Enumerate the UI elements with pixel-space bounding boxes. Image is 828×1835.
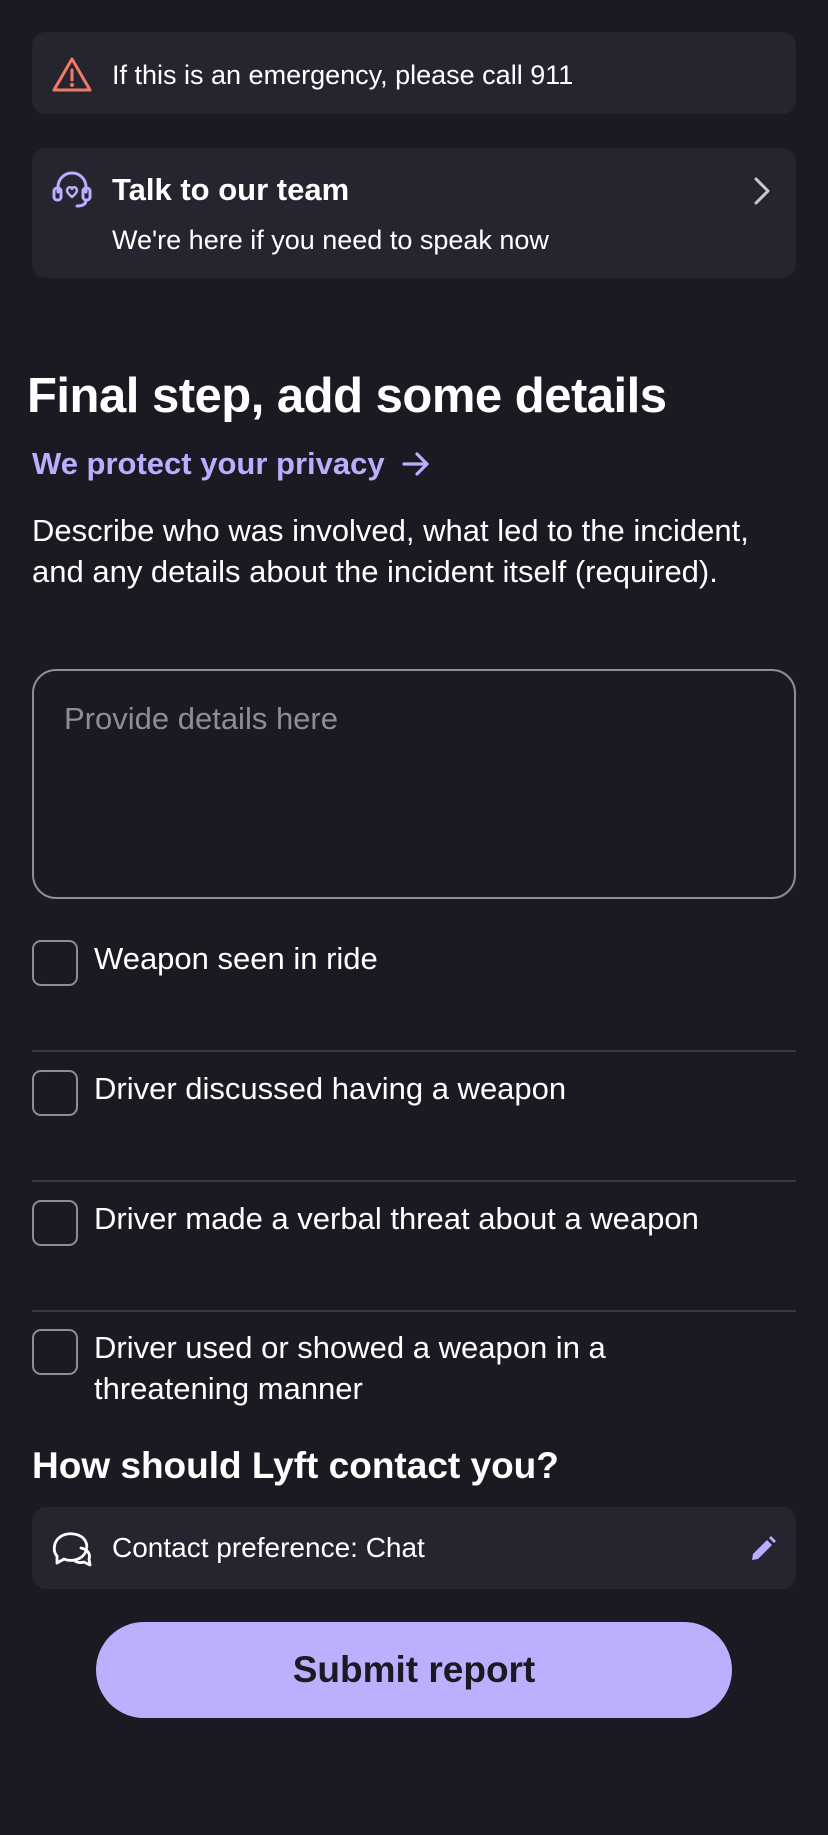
checkbox-label: Driver discussed having a weapon [94,1071,567,1106]
checkbox-label: Weapon seen in ride [94,941,378,976]
warning-triangle-icon [52,57,92,92]
support-headset-icon [52,171,92,208]
contact-preference-text: Contact preference: Chat [112,1532,425,1563]
weapon-seen-checkbox[interactable] [32,940,78,986]
divider [32,1050,796,1052]
chevron-right-icon [754,177,770,205]
checkbox-label: Driver made a verbal threat about a weap… [94,1201,699,1236]
verbal-threat-checkbox[interactable] [32,1200,78,1246]
details-textarea[interactable] [32,669,796,899]
checkbox-label: Driver used or showed a weapon in a thre… [94,1330,606,1406]
checkbox-row-verbal-threat[interactable]: Driver made a verbal threat about a weap… [32,1198,796,1246]
privacy-link[interactable]: We protect your privacy [32,444,431,484]
checkbox-row-weapon-seen[interactable]: Weapon seen in ride [32,938,796,986]
checkbox-row-driver-discussed[interactable]: Driver discussed having a weapon [32,1068,796,1116]
talk-to-team-title: Talk to our team [112,172,350,207]
privacy-link-label: We protect your privacy [32,446,385,481]
details-description: Describe who was involved, what led to t… [32,513,749,589]
pencil-icon[interactable] [748,1534,778,1564]
page-title: Final step, add some details [27,369,667,423]
talk-to-team-subtitle: We're here if you need to speak now [112,225,549,255]
divider [32,1310,796,1312]
threatening-manner-checkbox[interactable] [32,1329,78,1375]
submit-report-button[interactable]: Submit report [96,1622,732,1718]
contact-heading: How should Lyft contact you? [32,1445,559,1486]
divider [32,1180,796,1182]
chat-bubbles-icon [52,1532,92,1567]
emergency-text: If this is an emergency, please call 911 [112,60,574,90]
talk-to-team-card[interactable] [32,148,796,278]
arrow-right-icon [402,452,429,476]
checkbox-row-threatening-manner[interactable]: Driver used or showed a weapon in a thre… [32,1327,796,1409]
driver-discussed-weapon-checkbox[interactable] [32,1070,78,1116]
